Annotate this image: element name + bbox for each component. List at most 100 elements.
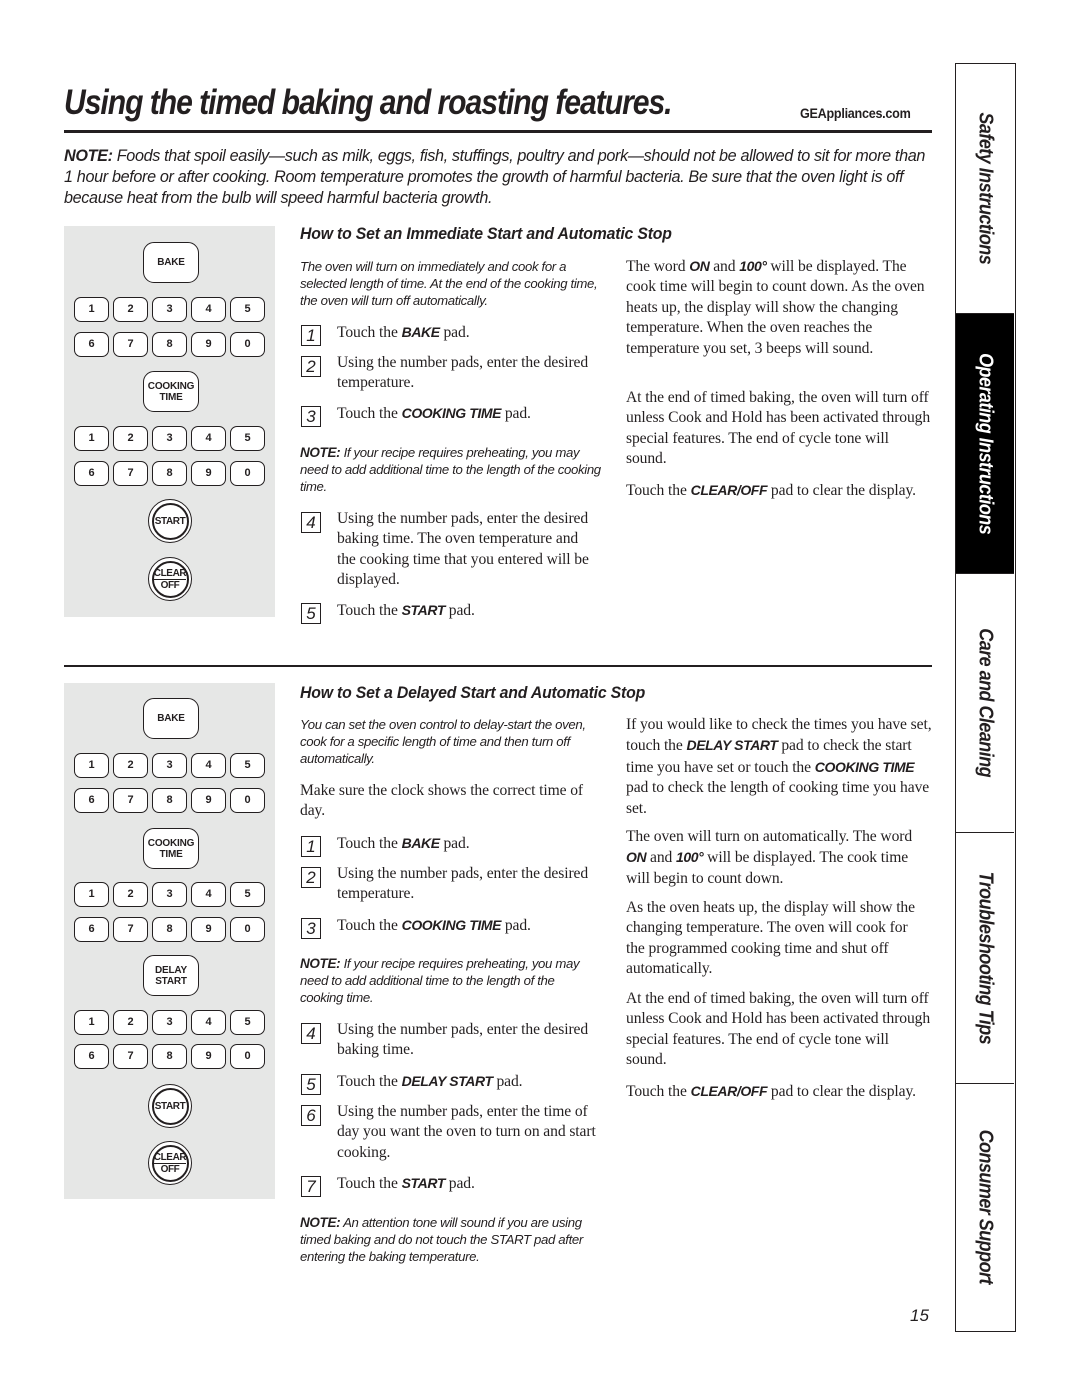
start-pad[interactable]: START	[148, 499, 192, 543]
number-pad-0[interactable]: 0	[230, 917, 265, 942]
number-pad-8[interactable]: 8	[152, 332, 187, 357]
section-heading-delayed-start: How to Set a Delayed Start and Automatic…	[300, 683, 646, 702]
number-pad-9[interactable]: 9	[191, 332, 226, 357]
step-text: Touch the START pad.	[337, 600, 607, 621]
number-pad-3[interactable]: 3	[152, 882, 187, 907]
start-pad[interactable]: START	[148, 1084, 192, 1128]
number-pad-7[interactable]: 7	[113, 1044, 148, 1069]
bake-pad[interactable]: BAKE	[143, 698, 199, 739]
text: pad to check the length of cooking time …	[626, 779, 930, 817]
number-pad-5[interactable]: 5	[230, 882, 265, 907]
cooking-time-pad[interactable]: COOKING TIME	[143, 371, 199, 412]
number-pad-5[interactable]: 5	[230, 297, 265, 322]
number-pad-7[interactable]: 7	[113, 461, 148, 486]
number-pad-1[interactable]: 1	[74, 426, 109, 451]
end-of-baking-paragraph: At the end of timed baking, the oven wil…	[626, 990, 931, 1069]
delay-start-pad[interactable]: DELAY START	[143, 955, 199, 996]
tab-label: Consumer Support	[974, 1129, 997, 1285]
number-pad-3[interactable]: 3	[152, 426, 187, 451]
number-pad-0[interactable]: 0	[230, 788, 265, 813]
number-pad-7[interactable]: 7	[113, 917, 148, 942]
display-word-on: ON	[689, 258, 710, 274]
bake-pad[interactable]: BAKE	[143, 242, 199, 283]
number-pad-4[interactable]: 4	[191, 753, 226, 778]
number-pad-7[interactable]: 7	[113, 332, 148, 357]
step-text-pre: Touch the	[337, 835, 402, 852]
tab-operating-instructions[interactable]: Operating Instructions	[956, 314, 1014, 574]
auto-on-paragraph: The oven will turn on automatically. The…	[626, 827, 926, 889]
number-pad-9[interactable]: 9	[191, 1044, 226, 1069]
pad-name: DELAY START	[686, 737, 778, 754]
pad-name: DELAY START	[401, 1073, 493, 1089]
keypad-illustration-immediate: BAKE 1 2 3 4 5 6 7 8 9 0 COOKING TIME 1 2…	[64, 226, 275, 617]
pad-name: START	[401, 602, 446, 618]
clear-off-pad[interactable]: CLEAR OFF	[148, 557, 192, 601]
number-pad-3[interactable]: 3	[152, 1010, 187, 1035]
step-text: Using the number pads, enter the desired…	[337, 865, 589, 903]
step-number-box: 6	[301, 1105, 321, 1126]
website-link[interactable]: GEAppliances.com	[800, 105, 911, 121]
cooking-time-label-line2: TIME	[159, 848, 183, 860]
number-pad-9[interactable]: 9	[191, 917, 226, 942]
number-pad-0[interactable]: 0	[230, 332, 265, 357]
number-pad-1[interactable]: 1	[74, 753, 109, 778]
number-pad-5[interactable]: 5	[230, 753, 265, 778]
step-number-box: 5	[301, 1074, 321, 1095]
display-word-on: ON	[626, 849, 647, 866]
number-pad-3[interactable]: 3	[152, 297, 187, 322]
pad-name: BAKE	[401, 324, 440, 340]
number-pad-6[interactable]: 6	[74, 788, 109, 813]
text: Touch the	[626, 482, 691, 499]
number-pad-2[interactable]: 2	[113, 753, 148, 778]
cooking-time-label-line1: COOKING	[147, 380, 195, 392]
number-pad-4[interactable]: 4	[191, 426, 226, 451]
number-pad-0[interactable]: 0	[230, 461, 265, 486]
note-label: NOTE:	[300, 1215, 341, 1230]
number-pad-0[interactable]: 0	[230, 1044, 265, 1069]
number-pad-9[interactable]: 9	[191, 461, 226, 486]
keypad-illustration-delayed: BAKE 1 2 3 4 5 6 7 8 9 0 COOKING TIME 1 2…	[64, 683, 275, 1199]
number-pad-8[interactable]: 8	[152, 917, 187, 942]
note-text: An attention tone will sound if you are …	[300, 1215, 583, 1264]
number-pad-4[interactable]: 4	[191, 297, 226, 322]
number-pad-8[interactable]: 8	[152, 461, 187, 486]
number-pad-5[interactable]: 5	[230, 1010, 265, 1035]
heating-paragraph: As the oven heats up, the display will s…	[626, 899, 915, 978]
tab-safety-instructions[interactable]: Safety Instructions	[956, 64, 1014, 314]
number-pad-6[interactable]: 6	[74, 461, 109, 486]
number-pad-2[interactable]: 2	[113, 1010, 148, 1035]
number-pad-8[interactable]: 8	[152, 788, 187, 813]
number-pad-3[interactable]: 3	[152, 753, 187, 778]
note-text: If your recipe requires preheating, you …	[300, 445, 601, 494]
number-pad-1[interactable]: 1	[74, 297, 109, 322]
step-text: Touch the COOKING TIME pad.	[337, 403, 607, 424]
number-pad-2[interactable]: 2	[113, 297, 148, 322]
number-pad-6[interactable]: 6	[74, 332, 109, 357]
number-pad-2[interactable]: 2	[113, 426, 148, 451]
section-divider	[64, 665, 932, 667]
number-pad-7[interactable]: 7	[113, 788, 148, 813]
note-label: NOTE:	[300, 956, 341, 971]
number-pad-9[interactable]: 9	[191, 788, 226, 813]
check-times-paragraph: If you would like to check the times you…	[626, 715, 936, 819]
number-pad-6[interactable]: 6	[74, 1044, 109, 1069]
number-pad-8[interactable]: 8	[152, 1044, 187, 1069]
number-pad-4[interactable]: 4	[191, 882, 226, 907]
number-pad-5[interactable]: 5	[230, 426, 265, 451]
number-pad-1[interactable]: 1	[74, 882, 109, 907]
tab-consumer-support[interactable]: Consumer Support	[956, 1084, 1014, 1330]
pad-name: START	[401, 1175, 446, 1191]
step-text: Touch the DELAY START pad.	[337, 1071, 607, 1092]
number-pad-2[interactable]: 2	[113, 882, 148, 907]
number-pad-4[interactable]: 4	[191, 1010, 226, 1035]
step-text-pre: Touch the	[337, 324, 402, 341]
step-number-box: 3	[301, 406, 321, 427]
tab-care-and-cleaning[interactable]: Care and Cleaning	[956, 574, 1014, 833]
cooking-time-pad[interactable]: COOKING TIME	[143, 828, 199, 869]
tab-label: Operating Instructions	[974, 352, 997, 535]
clear-off-pad[interactable]: CLEAR OFF	[148, 1141, 192, 1185]
section-intro: You can set the oven control to delay-st…	[300, 717, 586, 766]
number-pad-6[interactable]: 6	[74, 917, 109, 942]
number-pad-1[interactable]: 1	[74, 1010, 109, 1035]
tab-troubleshooting-tips[interactable]: Troubleshooting Tips	[956, 833, 1014, 1084]
